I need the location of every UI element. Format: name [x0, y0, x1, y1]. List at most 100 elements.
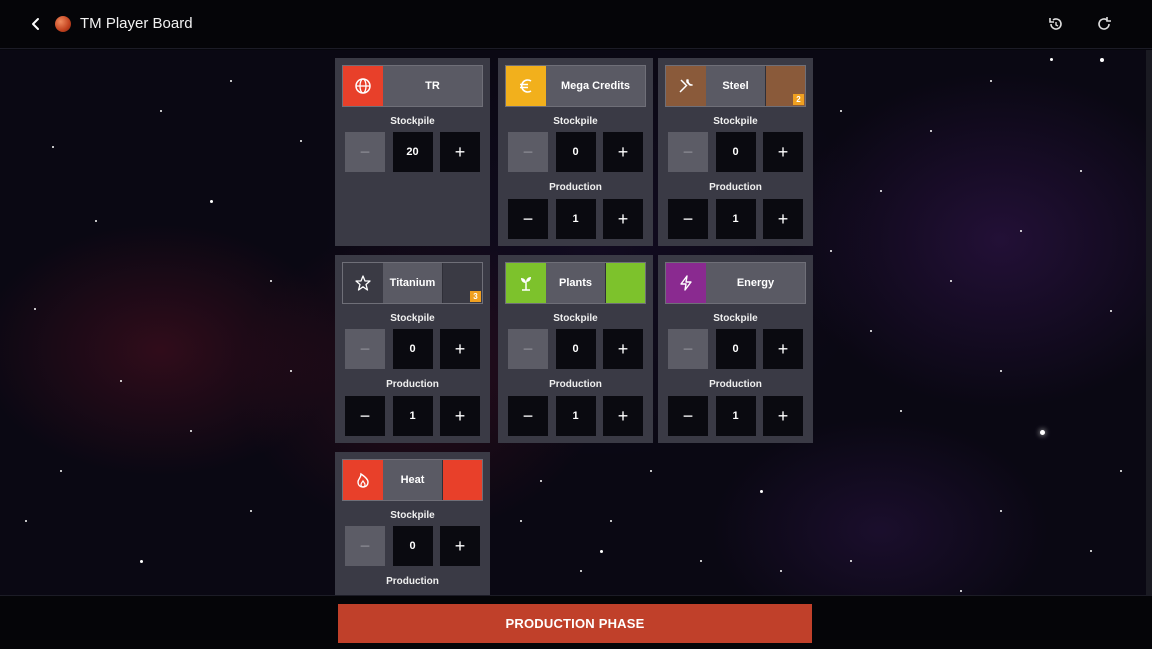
stockpile-label: Stockpile — [390, 313, 435, 324]
steel-value-tile: 2 — [765, 66, 805, 106]
stockpile-label: Stockpile — [390, 116, 435, 127]
resource-name: Heat — [400, 473, 425, 486]
production-value: 1 — [555, 396, 596, 436]
production-label: Production — [549, 182, 602, 193]
stockpile-value: 0 — [392, 329, 433, 369]
resource-header: Steel 2 — [665, 65, 806, 107]
stockpile-label: Stockpile — [390, 510, 435, 521]
production-decrement-button[interactable]: − — [345, 396, 385, 436]
euro-icon — [506, 66, 546, 106]
undo-icon[interactable] — [1046, 14, 1066, 34]
stockpile-label: Stockpile — [553, 313, 598, 324]
resource-name: Plants — [558, 276, 592, 289]
production-decrement-button[interactable]: − — [668, 396, 708, 436]
stockpile-label: Stockpile — [553, 116, 598, 127]
production-increment-button[interactable]: + — [603, 396, 643, 436]
production-decrement-button[interactable]: − — [668, 199, 708, 239]
scrollbar[interactable] — [1146, 50, 1152, 595]
stockpile-value: 0 — [715, 329, 756, 369]
stockpile-decrement-button[interactable]: − — [508, 329, 548, 369]
production-phase-button[interactable]: PRODUCTION PHASE — [338, 604, 812, 643]
app-title: TM Player Board — [80, 15, 193, 32]
production-value: 1 — [715, 199, 756, 239]
stockpile-control: − 0 + — [345, 526, 480, 566]
production-control: − 1 + — [508, 396, 643, 436]
refresh-icon[interactable] — [1094, 14, 1114, 34]
production-value: 1 — [392, 396, 433, 436]
flame-icon — [343, 460, 383, 500]
stockpile-increment-button[interactable]: + — [603, 132, 643, 172]
stockpile-decrement-button[interactable]: − — [345, 526, 385, 566]
stockpile-decrement-button[interactable]: − — [345, 329, 385, 369]
stockpile-control: − 0 + — [508, 329, 643, 369]
production-label: Production — [709, 379, 762, 390]
top-app-bar: TM Player Board — [0, 0, 1152, 49]
stockpile-control: − 0 + — [668, 132, 803, 172]
titanium-value-tile: 3 — [442, 263, 482, 303]
stockpile-decrement-button[interactable]: − — [345, 132, 385, 172]
stockpile-increment-button[interactable]: + — [440, 329, 480, 369]
production-control: − 1 + — [668, 199, 803, 239]
resource-card-plants: Plants Stockpile − 0 + Production − 1 + — [498, 255, 653, 443]
production-increment-button[interactable]: + — [763, 396, 803, 436]
stockpile-value: 20 — [392, 132, 433, 172]
stockpile-decrement-button[interactable]: − — [668, 132, 708, 172]
production-value: 1 — [555, 199, 596, 239]
stockpile-increment-button[interactable]: + — [440, 526, 480, 566]
resource-header: Plants — [505, 262, 646, 304]
production-control: − 1 + — [508, 199, 643, 239]
resource-card-megacredits: Mega Credits Stockpile − 0 + Production … — [498, 58, 653, 246]
resource-card-tr: TR Stockpile − 20 + — [335, 58, 490, 246]
stockpile-label: Stockpile — [713, 116, 758, 127]
stockpile-decrement-button[interactable]: − — [668, 329, 708, 369]
production-decrement-button[interactable]: − — [508, 199, 548, 239]
resource-name: Energy — [736, 276, 775, 289]
production-increment-button[interactable]: + — [440, 396, 480, 436]
production-increment-button[interactable]: + — [763, 199, 803, 239]
stockpile-control: − 0 + — [508, 132, 643, 172]
wrench-icon — [666, 66, 706, 106]
heat-tile — [442, 460, 482, 500]
chevron-left-icon[interactable] — [26, 14, 46, 34]
stockpile-control: − 0 + — [345, 329, 480, 369]
resource-card-steel: Steel 2 Stockpile − 0 + Production − 1 + — [658, 58, 813, 246]
globe-icon — [343, 66, 383, 106]
stockpile-value: 0 — [555, 329, 596, 369]
titanium-value-badge: 3 — [470, 291, 481, 302]
resource-name: TR — [425, 79, 440, 92]
production-control: − 1 + — [345, 396, 480, 436]
resource-card-titanium: Titanium 3 Stockpile − 0 + Production − … — [335, 255, 490, 443]
stockpile-increment-button[interactable]: + — [763, 132, 803, 172]
production-label: Production — [386, 576, 439, 587]
stockpile-control: − 20 + — [345, 132, 480, 172]
plants-tile — [605, 263, 645, 303]
production-value: 1 — [715, 396, 756, 436]
steel-value-badge: 2 — [793, 94, 804, 105]
stockpile-control: − 0 + — [668, 329, 803, 369]
resource-name: Titanium — [389, 276, 436, 289]
lightning-icon — [666, 263, 706, 303]
resource-header: TR — [342, 65, 483, 107]
stockpile-decrement-button[interactable]: − — [508, 132, 548, 172]
production-label: Production — [386, 379, 439, 390]
stockpile-label: Stockpile — [713, 313, 758, 324]
production-control: − 1 + — [668, 396, 803, 436]
stockpile-value: 0 — [392, 526, 433, 566]
sprout-icon — [506, 263, 546, 303]
production-label: Production — [549, 379, 602, 390]
production-increment-button[interactable]: + — [603, 199, 643, 239]
resource-header: Energy — [665, 262, 806, 304]
stockpile-increment-button[interactable]: + — [440, 132, 480, 172]
resource-header: Titanium 3 — [342, 262, 483, 304]
resource-header: Heat — [342, 459, 483, 501]
bottom-action-bar: PRODUCTION PHASE — [0, 595, 1152, 649]
mars-planet-icon — [55, 16, 71, 32]
resource-header: Mega Credits — [505, 65, 646, 107]
star-icon — [343, 263, 383, 303]
stockpile-value: 0 — [715, 132, 756, 172]
stockpile-increment-button[interactable]: + — [763, 329, 803, 369]
production-label: Production — [709, 182, 762, 193]
stockpile-increment-button[interactable]: + — [603, 329, 643, 369]
stockpile-value: 0 — [555, 132, 596, 172]
production-decrement-button[interactable]: − — [508, 396, 548, 436]
